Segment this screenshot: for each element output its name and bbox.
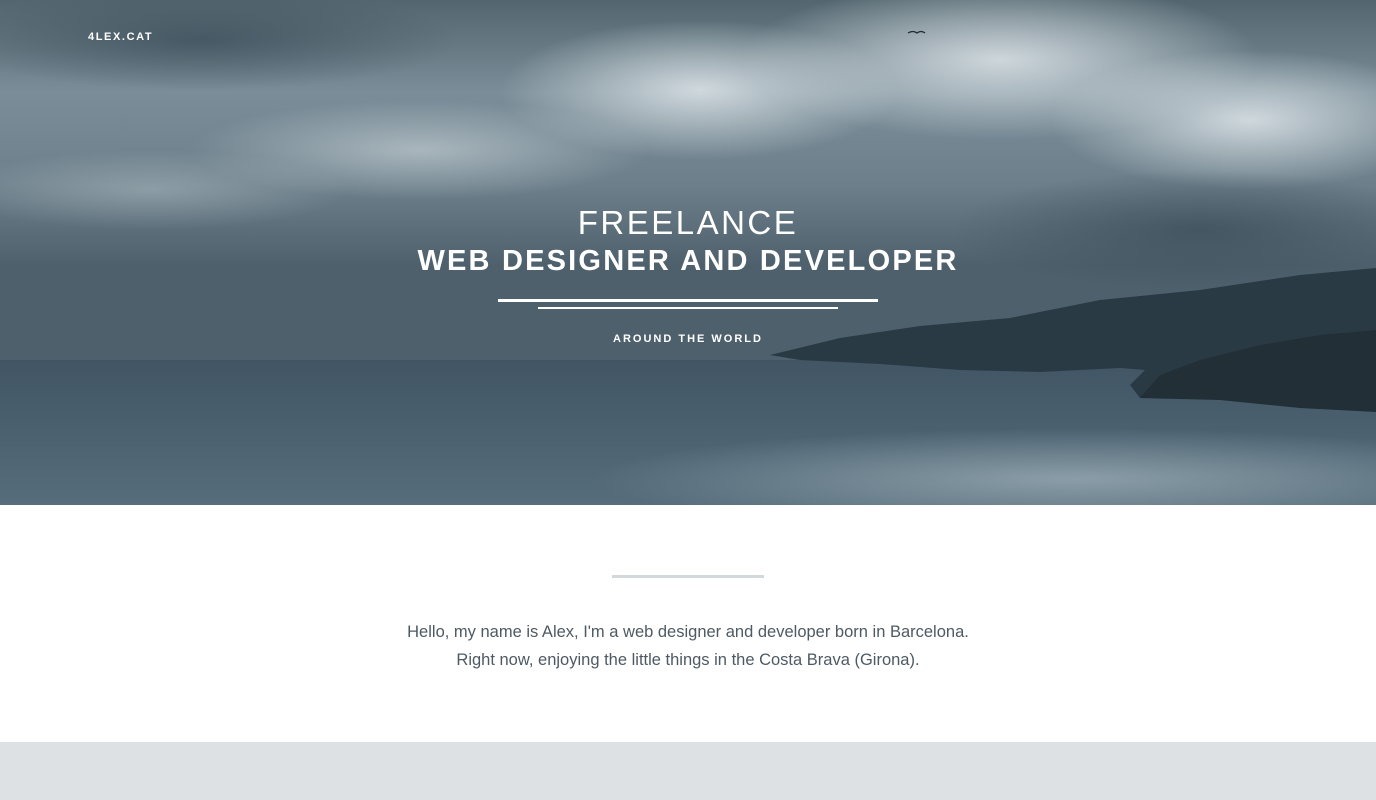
- hero-title-role: WEB DESIGNER AND DEVELOPER: [417, 245, 959, 277]
- hero-title-freelance: FREELANCE: [577, 204, 799, 241]
- hero-divider-bottom: [538, 307, 838, 309]
- intro-text: Hello, my name is Alex, I'm a web design…: [0, 618, 1376, 674]
- intro-divider: [612, 575, 764, 578]
- intro-section: Hello, my name is Alex, I'm a web design…: [0, 505, 1376, 742]
- hero-subtitle: AROUND THE WORLD: [613, 333, 763, 345]
- intro-line-2: Right now, enjoying the little things in…: [456, 651, 920, 669]
- intro-line-1: Hello, my name is Alex, I'm a web design…: [407, 623, 969, 641]
- hero-section: 4LEX.CAT FREELANCE WEB DESIGNER AND DEVE…: [0, 0, 1376, 505]
- site-logo-link[interactable]: 4LEX.CAT: [88, 31, 153, 43]
- next-section-band: [0, 742, 1376, 800]
- hero-divider-top: [498, 299, 878, 302]
- hero-heading: FREELANCE WEB DESIGNER AND DEVELOPER: [0, 203, 1376, 279]
